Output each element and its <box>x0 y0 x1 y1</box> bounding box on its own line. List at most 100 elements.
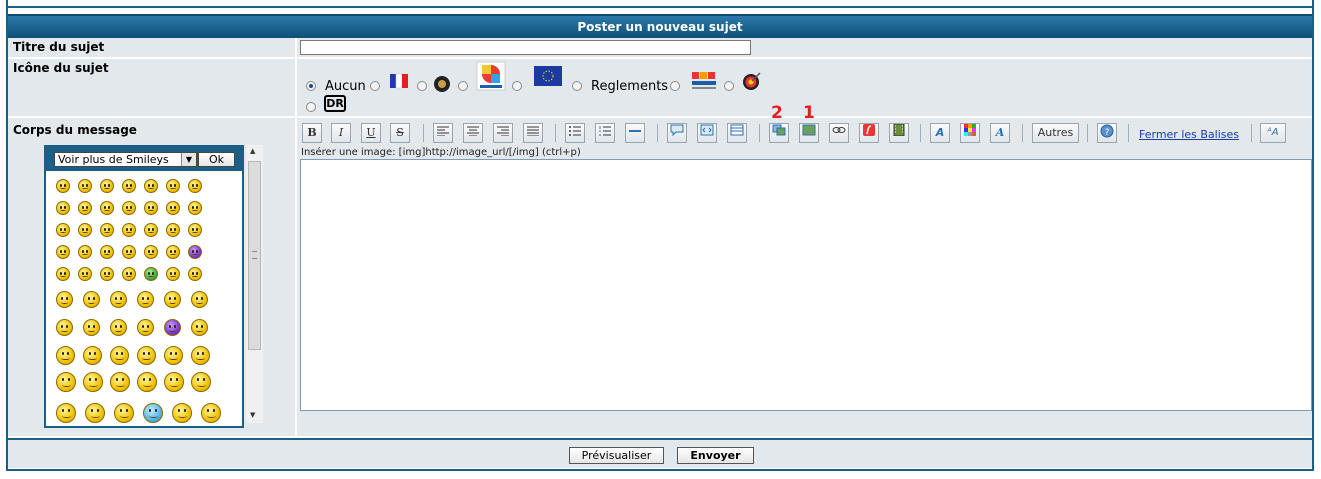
smiley-icon[interactable] <box>83 291 100 308</box>
smiley-icon[interactable] <box>56 223 70 237</box>
link-button[interactable] <box>829 123 849 143</box>
align-left-button[interactable] <box>433 123 453 143</box>
smileys-select[interactable]: Voir plus de Smileys ▼ <box>54 152 197 167</box>
font-face-button[interactable]: A <box>990 123 1010 143</box>
smiley-icon[interactable] <box>144 245 158 259</box>
smiley-icon[interactable] <box>56 245 70 259</box>
smiley-icon[interactable] <box>83 346 102 365</box>
smiley-icon[interactable] <box>83 372 103 392</box>
smiley-icon[interactable] <box>56 291 73 308</box>
underline-button[interactable]: U <box>361 123 381 143</box>
close-tags-link[interactable]: Fermer les Balises <box>1139 128 1239 141</box>
smiley-icon[interactable] <box>56 319 73 336</box>
smiley-icon[interactable] <box>164 372 184 392</box>
smiley-icon[interactable] <box>166 223 180 237</box>
table-button[interactable] <box>727 123 747 143</box>
smiley-icon[interactable] <box>164 291 181 308</box>
smiley-icon[interactable] <box>122 267 136 281</box>
smiley-icon[interactable] <box>78 201 92 215</box>
smiley-icon[interactable] <box>100 223 114 237</box>
smiley-icon[interactable] <box>144 223 158 237</box>
smiley-icon[interactable] <box>166 267 180 281</box>
smiley-icon[interactable] <box>56 346 75 365</box>
smiley-icon[interactable] <box>191 319 208 336</box>
icon-radio-world-archery[interactable] <box>458 81 468 91</box>
scroll-down-icon[interactable]: ▼ <box>250 411 255 419</box>
upload-image-button[interactable] <box>769 123 789 143</box>
smiley-icon[interactable] <box>100 201 114 215</box>
message-editor[interactable] <box>300 159 1312 411</box>
smiley-icon[interactable] <box>56 201 70 215</box>
scroll-up-icon[interactable]: ▲ <box>250 147 255 155</box>
smiley-icon[interactable] <box>110 372 130 392</box>
smiley-icon[interactable] <box>166 201 180 215</box>
code-button[interactable] <box>697 123 717 143</box>
smiley-icon[interactable] <box>166 245 180 259</box>
smiley-icon[interactable] <box>191 291 208 308</box>
smiley-icon[interactable] <box>191 346 210 365</box>
icon-radio-france[interactable] <box>370 81 380 91</box>
smiley-icon[interactable] <box>56 267 70 281</box>
smiley-icon[interactable] <box>78 179 92 193</box>
color-button[interactable] <box>960 123 980 143</box>
quote-button[interactable] <box>667 123 687 143</box>
smiley-icon[interactable] <box>137 346 156 365</box>
smiley-icon[interactable] <box>122 201 136 215</box>
smiley-icon[interactable] <box>144 267 158 281</box>
switch-editor-button[interactable]: ᴬA <box>1260 123 1286 143</box>
smiley-icon[interactable] <box>137 319 154 336</box>
smiley-icon[interactable] <box>56 403 76 423</box>
smiley-icon[interactable] <box>100 179 114 193</box>
smiley-icon[interactable] <box>110 346 129 365</box>
smiley-icon[interactable] <box>137 291 154 308</box>
smiley-icon[interactable] <box>188 179 202 193</box>
italic-button[interactable]: I <box>331 123 351 143</box>
icon-radio-rules[interactable] <box>572 81 582 91</box>
bullet-list-button[interactable] <box>565 123 585 143</box>
smiley-icon[interactable] <box>164 319 181 336</box>
font-size-button[interactable]: A <box>930 123 950 143</box>
smiley-icon[interactable] <box>144 201 158 215</box>
insert-image-button[interactable] <box>799 123 819 143</box>
smiley-icon[interactable] <box>83 319 100 336</box>
icon-radio-archery-cup[interactable] <box>670 81 680 91</box>
smiley-icon[interactable] <box>110 291 127 308</box>
icon-radio-disc[interactable] <box>417 81 427 91</box>
smiley-icon[interactable] <box>137 372 157 392</box>
smiley-icon[interactable] <box>166 179 180 193</box>
smileys-ok-button[interactable]: Ok <box>198 152 235 167</box>
smiley-icon[interactable] <box>172 403 192 423</box>
video-button[interactable] <box>889 123 909 143</box>
smiley-icon[interactable] <box>188 267 202 281</box>
smiley-icon[interactable] <box>78 245 92 259</box>
align-center-button[interactable] <box>463 123 483 143</box>
icon-radio-eu[interactable] <box>512 81 522 91</box>
icon-radio-dr[interactable] <box>306 102 316 112</box>
icon-radio-target[interactable] <box>724 81 734 91</box>
flash-button[interactable] <box>859 123 879 143</box>
smiley-icon[interactable] <box>78 267 92 281</box>
smiley-icon[interactable] <box>110 319 127 336</box>
smiley-icon[interactable] <box>188 201 202 215</box>
smiley-icon[interactable] <box>143 403 163 423</box>
smiley-icon[interactable] <box>144 179 158 193</box>
justify-button[interactable] <box>523 123 543 143</box>
smiley-icon[interactable] <box>122 179 136 193</box>
smiley-icon[interactable] <box>85 403 105 423</box>
bold-button[interactable]: B <box>302 123 322 143</box>
smiley-icon[interactable] <box>56 179 70 193</box>
smiley-icon[interactable] <box>201 403 221 423</box>
hr-button[interactable] <box>625 123 645 143</box>
smiley-icon[interactable] <box>56 372 76 392</box>
numbered-list-button[interactable] <box>595 123 615 143</box>
smiley-icon[interactable] <box>122 223 136 237</box>
smiley-icon[interactable] <box>114 403 134 423</box>
smiley-icon[interactable] <box>100 245 114 259</box>
smiley-icon[interactable] <box>78 223 92 237</box>
icon-radio-none[interactable] <box>306 81 316 91</box>
smiley-icon[interactable] <box>100 267 114 281</box>
preview-button[interactable]: Prévisualiser <box>569 447 664 464</box>
smileys-scrollbar[interactable]: ▲ ▼ <box>246 145 263 423</box>
smiley-icon[interactable] <box>122 245 136 259</box>
scroll-thumb[interactable] <box>248 161 261 350</box>
